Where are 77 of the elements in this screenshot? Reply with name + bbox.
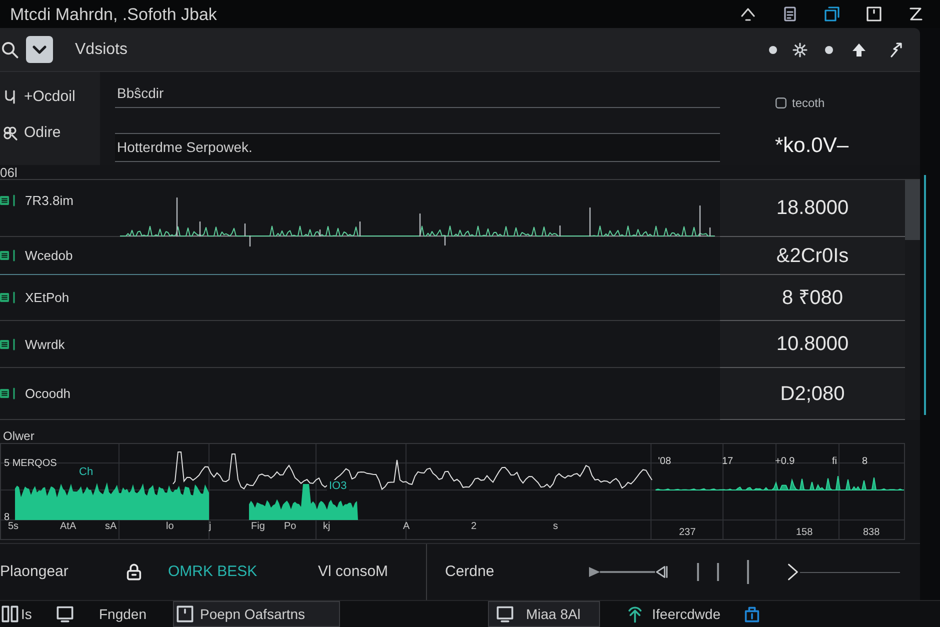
monitor-icon (496, 605, 514, 623)
axis-label: A (403, 522, 410, 532)
row-label: Ocoodh (25, 387, 71, 400)
panel-label: tecoth (792, 97, 825, 109)
square-icon[interactable] (866, 6, 882, 22)
panel-title: Vdsiots (75, 40, 128, 60)
tab[interactable]: Plaongear (0, 544, 118, 600)
tab[interactable]: Cerdne (427, 544, 577, 600)
series-label: IO3 (327, 480, 349, 493)
upload-icon (626, 605, 644, 623)
lock-icon (125, 563, 143, 581)
axis-label: lo (166, 522, 174, 532)
row-label: Wwrdk (25, 338, 65, 350)
taskbar-item[interactable]: Miaa 8Al (488, 601, 600, 627)
search-icon[interactable] (1, 40, 19, 58)
section-label: 06l (0, 166, 18, 179)
axis-label: 8 (862, 457, 868, 467)
axis-label: s (553, 522, 558, 532)
clover-icon (2, 125, 18, 141)
scrollbar-thumb[interactable] (905, 180, 920, 240)
play-icon[interactable] (588, 565, 600, 579)
row-label: XEtPoh (25, 291, 70, 304)
axis-label: Po (284, 522, 296, 532)
chart-title: Olwer (3, 430, 34, 442)
chevron-right-icon[interactable] (786, 562, 800, 582)
axis-label: 2 (471, 522, 477, 532)
panel-value: *ko.0V– (775, 135, 850, 156)
axis-label: j (209, 522, 212, 532)
axis-label: '08 (658, 457, 672, 467)
axis-label: 237 (679, 528, 696, 538)
sidebar-item[interactable]: Odire (0, 115, 100, 151)
axis-label: fi (832, 457, 837, 467)
columns-icon (1, 605, 19, 623)
chevron-down-icon[interactable] (26, 36, 53, 63)
zigzag-icon[interactable] (908, 6, 924, 22)
hook-icon (2, 89, 18, 105)
square-icon (775, 97, 787, 109)
taskbar-item[interactable]: Ifeercdwde (625, 601, 722, 627)
briefcase-icon[interactable] (743, 605, 762, 623)
axis-label: kj (323, 522, 330, 532)
input-field[interactable]: Hotterdme Serpowek. (115, 133, 720, 162)
value-cell: &2Cr0Is (720, 237, 905, 275)
value-cell: 10.8000 (720, 321, 905, 368)
axis-label: AtA (60, 522, 76, 532)
gear-icon[interactable] (792, 42, 808, 58)
arrow-up-icon[interactable] (851, 42, 867, 58)
window-title: Mtcdi Mahrdn, .Sofoth Jbak (10, 6, 217, 22)
axis-label: 8 (4, 513, 10, 523)
sidebar-item[interactable]: +Ocdoil (0, 79, 100, 115)
chart-legend: 5 MERQOS (4, 459, 57, 469)
monitor-icon (56, 605, 74, 623)
axis-label: 158 (796, 528, 813, 538)
zigzag-arrow-icon[interactable] (889, 42, 905, 58)
caret-up-icon[interactable] (740, 6, 756, 22)
axis-label: Fig (251, 522, 265, 532)
row-label: Wcedob (25, 249, 73, 262)
taskbar-item[interactable]: Poepn Oafsartns (173, 601, 340, 627)
axis-label: 5s (8, 522, 19, 532)
axis-label: sA (105, 522, 117, 532)
taskbar-item[interactable]: Is (0, 601, 40, 627)
scrollbar-track[interactable] (905, 180, 920, 420)
dot-icon[interactable] (825, 46, 833, 54)
value-cell: D2;080 (720, 368, 905, 420)
copy-icon[interactable] (824, 6, 840, 22)
square-icon (176, 605, 194, 623)
input-field[interactable]: Bbŝcdir (115, 79, 720, 108)
taskbar-item[interactable]: Fngden (55, 601, 155, 627)
back-icon[interactable] (655, 564, 669, 580)
dot-icon[interactable] (769, 46, 777, 54)
row-label: 7R3.8im (25, 194, 74, 207)
axis-label: +0.9 (775, 457, 795, 467)
tab[interactable]: OMRK BESK (118, 544, 318, 600)
value-cell: 18.8000 (720, 180, 905, 237)
axis-label: 838 (863, 528, 880, 538)
axis-label: 17 (722, 457, 734, 467)
value-cell: 8 ₹080 (720, 275, 905, 321)
document-icon[interactable] (782, 6, 798, 22)
